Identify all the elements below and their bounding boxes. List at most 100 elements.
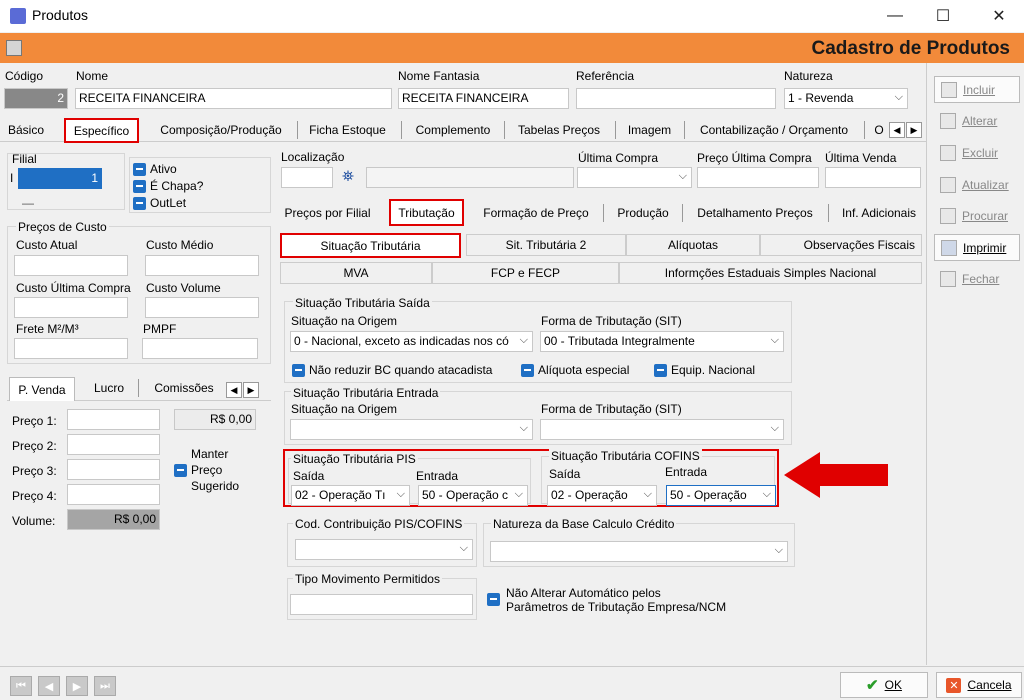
incluir-label: Incluir	[963, 82, 996, 97]
custo-ultima-field[interactable]	[14, 297, 128, 318]
outlet-label: OutLet	[150, 196, 187, 210]
localizacao-field[interactable]	[281, 167, 333, 188]
tab-scroll-left-icon[interactable]: ◀	[226, 382, 242, 398]
preco1-field[interactable]	[67, 409, 160, 430]
frete-field[interactable]	[14, 338, 128, 359]
alterar-button[interactable]: Alterar	[934, 107, 1020, 134]
tab-aliquotas[interactable]: Alíquotas	[626, 234, 760, 256]
last-record-icon[interactable]: ⏭	[94, 676, 116, 696]
minimize-button[interactable]: —	[872, 0, 918, 32]
pmpf-field[interactable]	[142, 338, 258, 359]
fechar-button[interactable]: Fechar	[934, 265, 1020, 292]
tab-especifico[interactable]: Específico	[64, 118, 139, 143]
chapa-checkbox[interactable]: É Chapa?	[133, 179, 203, 193]
pis-saida-dropdown[interactable]: 02 - Operação Tı ⌵	[291, 485, 410, 506]
cancel-label: Cancela	[967, 678, 1012, 692]
tab-overflow[interactable]: O	[872, 119, 886, 141]
first-record-icon[interactable]: ⏮	[10, 676, 32, 696]
tab-informacoes-simples[interactable]: Informções Estaduais Simples Nacional	[619, 262, 922, 284]
cofins-entrada-dropdown[interactable]: 50 - Operação ⌵	[666, 485, 776, 506]
tab-p-venda[interactable]: P. Venda	[9, 377, 75, 401]
entrada-forma-dropdown[interactable]: ⌵	[540, 419, 784, 440]
aliquota-especial-checkbox[interactable]: Alíquota especial	[521, 363, 629, 377]
tab-ficha-estoque[interactable]: Ficha Estoque	[304, 119, 391, 141]
pis-entrada-dropdown[interactable]: 50 - Operação c ⌵	[418, 485, 528, 506]
ativo-checkbox[interactable]: Ativo	[133, 162, 177, 176]
manter-label: Manter	[191, 447, 229, 461]
cancel-button[interactable]: ✕ Cancela	[936, 672, 1022, 698]
tab-detalhamento[interactable]: Detalhamento Preços	[690, 202, 820, 224]
ultima-venda-field[interactable]	[825, 167, 921, 188]
preco4-field[interactable]	[67, 484, 160, 505]
checkbox-icon	[521, 363, 534, 377]
saida-origem-dropdown[interactable]: 0 - Nacional, exceto as indicadas nos có…	[290, 331, 533, 352]
outlet-checkbox[interactable]: OutLet	[133, 196, 186, 210]
saida-forma-dropdown[interactable]: 00 - Tributada Integralmente ⌵	[540, 331, 784, 352]
edit-icon	[940, 112, 956, 129]
tab-imagem[interactable]: Imagem	[622, 119, 677, 141]
nome-field[interactable]: RECEITA FINANCEIRA	[75, 88, 392, 109]
ultima-compra-dropdown[interactable]: ⌵	[577, 167, 692, 188]
tab-tabelas-precos[interactable]: Tabelas Preços	[510, 119, 608, 141]
natureza-dropdown[interactable]: 1 - Revenda ⌵	[784, 88, 908, 109]
fantasia-field[interactable]: RECEITA FINANCEIRA	[398, 88, 569, 109]
natureza-base-dropdown[interactable]: ⌵	[490, 541, 788, 562]
equip-nacional-checkbox[interactable]: Equip. Nacional	[654, 363, 755, 377]
codigo-field[interactable]: 2	[4, 88, 68, 109]
entrada-origem-dropdown[interactable]: ⌵	[290, 419, 533, 440]
localizacao-desc-field[interactable]	[366, 167, 574, 188]
tipo-mov-field[interactable]	[290, 594, 473, 615]
tab-complemento[interactable]: Complemento	[408, 119, 498, 141]
tab-formacao-preco[interactable]: Formação de Preço	[476, 202, 596, 224]
nao-alterar-checkbox[interactable]	[487, 593, 500, 606]
fantasia-label: Nome Fantasia	[398, 69, 480, 83]
tab-scroll-left-icon[interactable]: ◀	[889, 122, 905, 138]
tab-lucro[interactable]: Lucro	[87, 377, 131, 399]
tab-comissoes[interactable]: Comissões	[149, 377, 219, 399]
tab-basico[interactable]: Básico	[3, 119, 49, 141]
tab-composicao[interactable]: Composição/Produção	[152, 119, 290, 141]
filial-field[interactable]: 1	[18, 168, 102, 189]
tab-sit-tributaria-2[interactable]: Sit. Tributária 2	[466, 234, 626, 256]
tab-inf-adicionais[interactable]: Inf. Adicionais	[836, 202, 922, 224]
cod-contrib-dropdown[interactable]: ⌵	[295, 539, 473, 560]
custo-medio-field[interactable]	[145, 255, 259, 276]
tab-precos-filial[interactable]: Preços por Filial	[281, 202, 374, 224]
manter-preco-checkbox[interactable]: Preço	[174, 463, 222, 477]
custo-atual-field[interactable]	[14, 255, 128, 276]
cofins-saida-dropdown[interactable]: 02 - Operação ⌵	[547, 485, 657, 506]
preco-ultima-compra-field[interactable]	[697, 167, 819, 188]
tab-producao[interactable]: Produção	[610, 202, 676, 224]
close-button[interactable]: ✕	[976, 0, 1022, 32]
custo-volume-field[interactable]	[145, 297, 259, 318]
procurar-button[interactable]: Procurar	[934, 202, 1020, 229]
tab-fcp-fecp[interactable]: FCP e FECP	[432, 262, 619, 284]
tab-mva[interactable]: MVA	[280, 262, 432, 284]
nao-reduzir-checkbox[interactable]: Não reduzir BC quando atacadista	[292, 363, 492, 377]
tab-separator	[684, 121, 685, 139]
next-record-icon[interactable]: ▶	[66, 676, 88, 696]
tab-scroll-right-icon[interactable]: ▶	[906, 122, 922, 138]
imprimir-button[interactable]: Imprimir	[934, 234, 1020, 261]
prev-record-icon[interactable]: ◀	[38, 676, 60, 696]
pmpf-label: PMPF	[143, 322, 177, 336]
binoculars-icon[interactable]: ⛯	[342, 168, 354, 185]
ok-button[interactable]: ✔ OK	[840, 672, 928, 698]
tab-tributacao[interactable]: Tributação	[389, 199, 464, 226]
tab-situacao-tributaria[interactable]: Situação Tributária	[280, 233, 461, 258]
check-icon: ✔	[866, 677, 879, 694]
preco2-field[interactable]	[67, 434, 160, 455]
excluir-button[interactable]: Excluir	[934, 139, 1020, 166]
tab-separator	[138, 379, 139, 397]
tab-scroll-right-icon[interactable]: ▶	[243, 382, 259, 398]
referencia-field[interactable]	[576, 88, 776, 109]
app-icon	[10, 8, 26, 24]
tab-contabilizacao[interactable]: Contabilização / Orçamento	[690, 119, 858, 141]
tipo-mov-label: Tipo Movimento Permitidos	[293, 572, 442, 586]
preco3-field[interactable]	[67, 459, 160, 480]
maximize-button[interactable]: ☐	[920, 0, 966, 32]
fechar-label: Fechar	[962, 271, 1000, 286]
atualizar-button[interactable]: Atualizar	[934, 171, 1020, 198]
tab-observacoes-fiscais[interactable]: Observações Fiscais	[760, 234, 922, 256]
incluir-button[interactable]: Incluir	[934, 76, 1020, 103]
